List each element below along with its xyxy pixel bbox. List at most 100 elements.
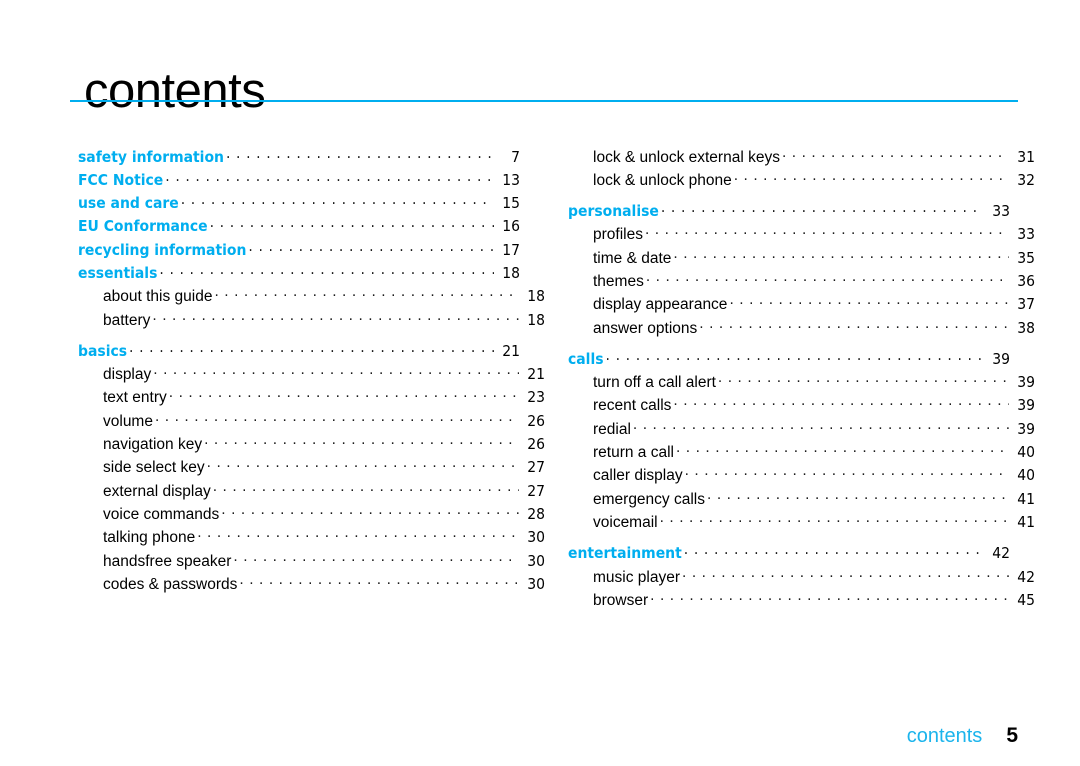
document-page: contents safety information 7 FCC Notice 13… (0, 0, 1080, 766)
toc-entry-page-number: 17 (502, 240, 520, 259)
toc-entry[interactable]: essentials 18 (78, 262, 520, 285)
toc-entry-page-number: 42 (992, 544, 1010, 563)
page-title: contents (84, 63, 266, 118)
toc-entry-label: music player (593, 568, 680, 586)
toc-dot-leader (152, 309, 519, 325)
toc-entry-page-number: 40 (1017, 443, 1035, 462)
toc-entry[interactable]: emergency calls 41 (568, 488, 1035, 511)
toc-entry[interactable]: display 21 (78, 364, 545, 387)
toc-entry-page-number: 32 (1017, 170, 1035, 189)
toc-entry[interactable]: music player 42 (568, 566, 1035, 589)
toc-entry-page-number: 30 (527, 574, 545, 593)
toc-dot-leader (699, 317, 1009, 333)
toc-entry[interactable]: navigation key 26 (78, 434, 545, 457)
toc-dot-leader (248, 239, 494, 255)
toc-dot-leader (650, 589, 1009, 605)
toc-dot-leader (660, 511, 1009, 527)
toc-entry-page-number: 16 (502, 217, 520, 236)
toc-entry-page-number: 26 (527, 435, 545, 454)
toc-entry[interactable]: battery 18 (78, 309, 545, 332)
toc-entry-page-number: 18 (527, 310, 545, 329)
toc-entry[interactable]: browser 45 (568, 589, 1035, 612)
toc-entry-page-number: 37 (1017, 295, 1035, 314)
toc-entry[interactable]: personalise 33 (568, 201, 1010, 224)
toc-entry[interactable]: external display 27 (78, 480, 545, 503)
toc-entry[interactable]: safety information 7 (78, 146, 520, 169)
toc-dot-leader (155, 410, 519, 426)
page-footer: contents 5 (907, 724, 1018, 748)
toc-entry-page-number: 39 (1017, 396, 1035, 415)
toc-entry-page-number: 13 (502, 170, 520, 189)
toc-entry[interactable]: use and care 15 (78, 193, 520, 216)
toc-entry[interactable]: lock & unlock phone 32 (568, 169, 1035, 192)
toc-entry-label: codes & passwords (103, 575, 238, 593)
toc-dot-leader (129, 340, 494, 356)
toc-entry-label: redial (593, 420, 631, 438)
toc-entry-page-number: 39 (992, 349, 1010, 368)
toc-entry-label: about this guide (103, 288, 213, 306)
toc-entry[interactable]: handsfree speaker 30 (78, 550, 545, 573)
toc-entry[interactable]: voicemail 41 (568, 511, 1035, 534)
toc-entry[interactable]: time & date 35 (568, 247, 1035, 270)
toc-entry-label: turn off a call alert (593, 374, 716, 392)
toc-dot-leader (685, 465, 1009, 481)
toc-entry[interactable]: talking phone 30 (78, 527, 545, 550)
toc-entry-label: profiles (593, 226, 643, 244)
toc-entry[interactable]: side select key 27 (78, 457, 545, 480)
toc-entry[interactable]: answer options 38 (568, 317, 1035, 340)
toc-entry-label: display (103, 366, 152, 384)
toc-entry[interactable]: lock & unlock external keys 31 (568, 146, 1035, 169)
toc-entry-page-number: 30 (527, 551, 545, 570)
toc-dot-leader (707, 488, 1009, 504)
toc-entry[interactable]: return a call 40 (568, 442, 1035, 465)
toc-entry-label: use and care (78, 194, 179, 213)
toc-entry[interactable]: basics 21 (78, 340, 520, 363)
toc-entry-label: calls (568, 349, 604, 368)
toc-dot-leader (221, 503, 519, 519)
toc-dot-leader (718, 372, 1009, 388)
toc-entry[interactable]: entertainment 42 (568, 543, 1010, 566)
toc-entry-label: navigation key (103, 436, 203, 454)
toc-dot-leader (159, 262, 494, 278)
toc-entry-label: recent calls (593, 397, 672, 415)
toc-entry[interactable]: codes & passwords 30 (78, 573, 545, 596)
toc-entry-page-number: 35 (1017, 248, 1035, 267)
toc-entry-label: volume (103, 412, 153, 430)
toc-dot-leader (213, 480, 519, 496)
toc-entry-label: themes (593, 272, 644, 290)
toc-column-right: lock & unlock external keys31lock & unlo… (568, 146, 1035, 613)
toc-entry[interactable]: about this guide 18 (78, 286, 545, 309)
toc-entry[interactable]: recent calls 39 (568, 395, 1035, 418)
footer-section-label: contents (906, 725, 983, 747)
toc-entry-page-number: 42 (1017, 567, 1035, 586)
toc-dot-leader (682, 566, 1009, 582)
toc-entry-page-number: 18 (502, 263, 520, 282)
toc-entry[interactable]: turn off a call alert 39 (568, 372, 1035, 395)
toc-dot-leader (169, 387, 519, 403)
toc-dot-leader (673, 395, 1009, 411)
toc-entry-label: recycling information (78, 240, 247, 259)
toc-entry[interactable]: display appearance 37 (568, 294, 1035, 317)
toc-entry[interactable]: text entry 23 (78, 387, 545, 410)
toc-entry-page-number: 30 (527, 528, 545, 547)
toc-entry-label: entertainment (568, 544, 682, 563)
toc-entry[interactable]: FCC Notice 13 (78, 169, 520, 192)
toc-entry-label: essentials (78, 263, 158, 282)
toc-entry-page-number: 27 (527, 481, 545, 500)
toc-entry[interactable]: calls 39 (568, 348, 1010, 371)
toc-entry[interactable]: caller display 40 (568, 465, 1035, 488)
toc-entry[interactable]: redial 39 (568, 418, 1035, 441)
toc-entry[interactable]: recycling information 17 (78, 239, 520, 262)
title-divider (70, 100, 1018, 102)
toc-entry-label: personalise (568, 202, 659, 221)
toc-entry[interactable]: themes 36 (568, 270, 1035, 293)
toc-column-left: safety information 7 FCC Notice 13 use and c… (78, 146, 545, 597)
toc-entry[interactable]: voice commands 28 (78, 503, 545, 526)
toc-entry[interactable]: EU Conformance 16 (78, 216, 520, 239)
toc-entry[interactable]: profiles 33 (568, 224, 1035, 247)
toc-dot-leader (197, 527, 519, 543)
toc-entry[interactable]: volume 26 (78, 410, 545, 433)
toc-entry-label: time & date (593, 249, 672, 267)
toc-dot-leader (646, 270, 1009, 286)
toc-entry-label: browser (593, 591, 649, 609)
